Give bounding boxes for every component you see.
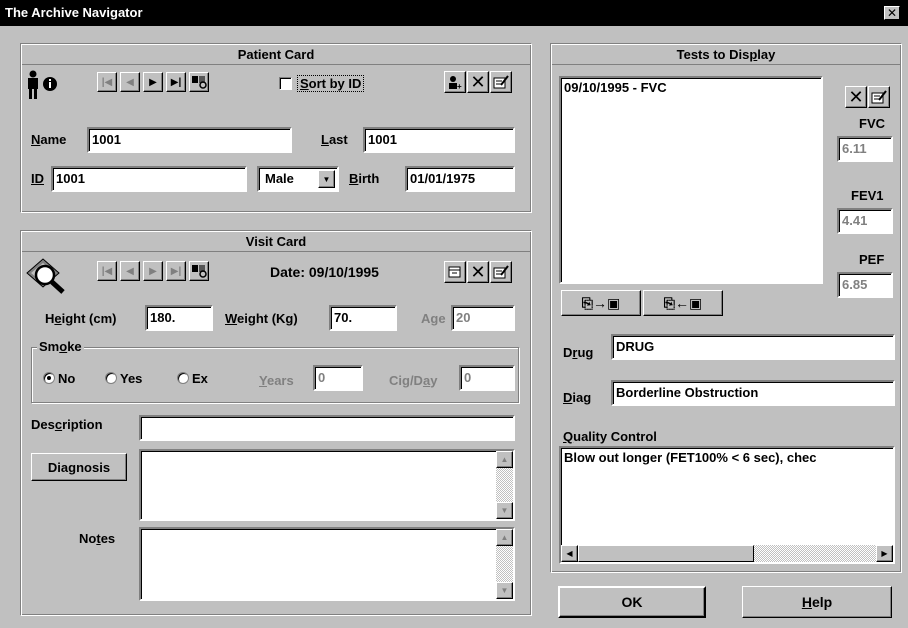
help-button[interactable]: Help bbox=[742, 586, 892, 618]
edit-visit-icon[interactable] bbox=[490, 261, 512, 283]
sex-select[interactable]: Male ▼ bbox=[257, 166, 339, 192]
delete-icon[interactable]: ✕ bbox=[467, 71, 489, 93]
smoke-yes-radio[interactable]: Yes bbox=[105, 371, 142, 386]
description-label: Description bbox=[31, 417, 103, 432]
title-bar[interactable]: The Archive Navigator ✕ bbox=[0, 0, 908, 26]
quality-control-hscrollbar[interactable]: ◀ ▶ bbox=[561, 545, 893, 562]
import-from-disk-icon[interactable]: ⎘←▣ bbox=[643, 290, 723, 316]
radio-unchecked-icon bbox=[105, 372, 117, 384]
chevron-down-icon[interactable]: ▼ bbox=[318, 170, 335, 188]
id-label: ID bbox=[31, 171, 44, 186]
close-icon: ✕ bbox=[886, 6, 898, 20]
last-record-icon[interactable]: ▶| bbox=[166, 72, 186, 92]
id-field[interactable]: 1001 bbox=[51, 166, 247, 192]
next-record-icon[interactable]: ▶ bbox=[143, 72, 163, 92]
ok-button[interactable]: OK bbox=[558, 586, 706, 618]
radio-unchecked-icon bbox=[177, 372, 189, 384]
radio-checked-icon bbox=[43, 372, 55, 384]
smoke-ex-radio[interactable]: Ex bbox=[177, 371, 208, 386]
height-label: Height (cm) bbox=[45, 311, 117, 326]
delete-visit-icon[interactable]: ✕ bbox=[467, 261, 489, 283]
birth-field[interactable]: 01/01/1975 bbox=[405, 166, 515, 192]
scroll-up-icon[interactable]: ▲ bbox=[496, 451, 513, 468]
birth-label: Birth bbox=[349, 171, 380, 186]
visit-first-record-icon[interactable]: |◀ bbox=[97, 261, 117, 281]
window-title: The Archive Navigator bbox=[5, 5, 143, 20]
sex-value: Male bbox=[265, 171, 294, 186]
edit-icon[interactable] bbox=[490, 71, 512, 93]
cig-day-field: 0 bbox=[459, 365, 515, 391]
scroll-right-icon[interactable]: ▶ bbox=[876, 545, 893, 562]
diag-label: Diag bbox=[563, 390, 592, 405]
close-window-button[interactable]: ✕ bbox=[884, 6, 900, 20]
name-field[interactable]: 1001 bbox=[87, 127, 292, 153]
fev1-value: 4.41 bbox=[837, 208, 893, 234]
age-field: 20 bbox=[451, 305, 515, 331]
visit-date-label: Date: 09/10/1995 bbox=[270, 264, 379, 280]
quality-control-textarea[interactable]: Blow out longer (FET100% < 6 sec), chec … bbox=[559, 446, 895, 564]
height-field[interactable]: 180. bbox=[145, 305, 213, 331]
archive-navigator-window: The Archive Navigator ✕ Patient Card |◀ … bbox=[0, 0, 908, 628]
visit-next-record-icon[interactable]: ▶ bbox=[143, 261, 163, 281]
edit-test-icon[interactable] bbox=[868, 86, 890, 108]
years-label: Years bbox=[259, 373, 294, 388]
visit-previous-record-icon[interactable]: ◀ bbox=[120, 261, 140, 281]
scroll-thumb[interactable] bbox=[578, 545, 754, 562]
years-field: 0 bbox=[313, 365, 363, 391]
drug-label: Drug bbox=[563, 345, 594, 360]
fvc-value: 6.11 bbox=[837, 136, 893, 162]
export-to-disk-icon[interactable]: ⎘→▣ bbox=[561, 290, 641, 316]
fvc-label: FVC bbox=[859, 116, 885, 131]
scroll-down-icon[interactable]: ▼ bbox=[496, 582, 513, 599]
add-patient-icon[interactable]: + bbox=[444, 71, 466, 93]
patient-card-panel: Patient Card |◀ ◀ ▶ ▶| Sort by ID + ✕ Na… bbox=[20, 43, 532, 213]
first-record-icon[interactable]: |◀ bbox=[97, 72, 117, 92]
quality-control-label: Quality Control bbox=[563, 429, 657, 444]
diagnosis-button[interactable]: Dia g nosis bbox=[31, 453, 127, 481]
patient-card-header: Patient Card bbox=[22, 45, 530, 65]
notes-label: Notes bbox=[79, 531, 116, 546]
weight-label: Weight (Kg) bbox=[225, 311, 298, 326]
fev1-label: FEV1 bbox=[851, 188, 884, 203]
description-field[interactable] bbox=[139, 415, 515, 441]
last-label: Last bbox=[321, 132, 348, 147]
diagnosis-scrollbar[interactable]: ▲ ▼ bbox=[496, 451, 513, 519]
scroll-down-icon[interactable]: ▼ bbox=[496, 502, 513, 519]
sort-by-id-label[interactable]: Sort by ID bbox=[297, 75, 365, 92]
age-label: Age bbox=[421, 311, 446, 326]
diagnosis-textarea[interactable]: ▲ ▼ bbox=[139, 449, 515, 521]
last-name-field[interactable]: 1001 bbox=[363, 127, 515, 153]
name-label: Name bbox=[31, 132, 67, 147]
visit-card-header: Visit Card bbox=[22, 232, 530, 252]
cig-day-label: Cig/Day bbox=[389, 373, 438, 388]
smoke-group-title: Smoke bbox=[37, 339, 84, 354]
delete-test-icon[interactable]: ✕ bbox=[845, 86, 867, 108]
visit-card-panel: Visit Card |◀ ◀ ▶ ▶| Date: 09/10/1995 ✕ bbox=[20, 230, 532, 616]
tests-panel: Tests to Display 09/10/1995 - FVC ✕ FVC … bbox=[550, 43, 902, 573]
smoke-no-radio[interactable]: No bbox=[43, 371, 75, 386]
previous-record-icon[interactable]: ◀ bbox=[120, 72, 140, 92]
svg-text:+: + bbox=[457, 82, 462, 90]
pef-label: PEF bbox=[859, 252, 885, 267]
person-info-icon bbox=[25, 70, 63, 100]
pef-value: 6.85 bbox=[837, 272, 893, 298]
sort-by-id-checkbox[interactable] bbox=[279, 77, 292, 90]
find-visit-icon[interactable] bbox=[189, 261, 209, 281]
visit-last-record-icon[interactable]: ▶| bbox=[166, 261, 186, 281]
weight-field[interactable]: 70. bbox=[329, 305, 397, 331]
find-patient-icon[interactable] bbox=[189, 72, 209, 92]
notes-textarea[interactable]: ▲ ▼ bbox=[139, 527, 515, 601]
add-visit-icon[interactable] bbox=[444, 261, 466, 283]
diag-field[interactable]: Borderline Obstruction bbox=[611, 380, 895, 406]
tests-header: Tests to Display bbox=[552, 45, 900, 65]
drug-field[interactable]: DRUG bbox=[611, 334, 895, 360]
scroll-left-icon[interactable]: ◀ bbox=[561, 545, 578, 562]
notes-scrollbar[interactable]: ▲ ▼ bbox=[496, 529, 513, 599]
list-item[interactable]: 09/10/1995 - FVC bbox=[564, 80, 818, 95]
tests-list[interactable]: 09/10/1995 - FVC bbox=[559, 76, 823, 284]
magnifier-visit-icon bbox=[25, 255, 69, 295]
scroll-up-icon[interactable]: ▲ bbox=[496, 529, 513, 546]
